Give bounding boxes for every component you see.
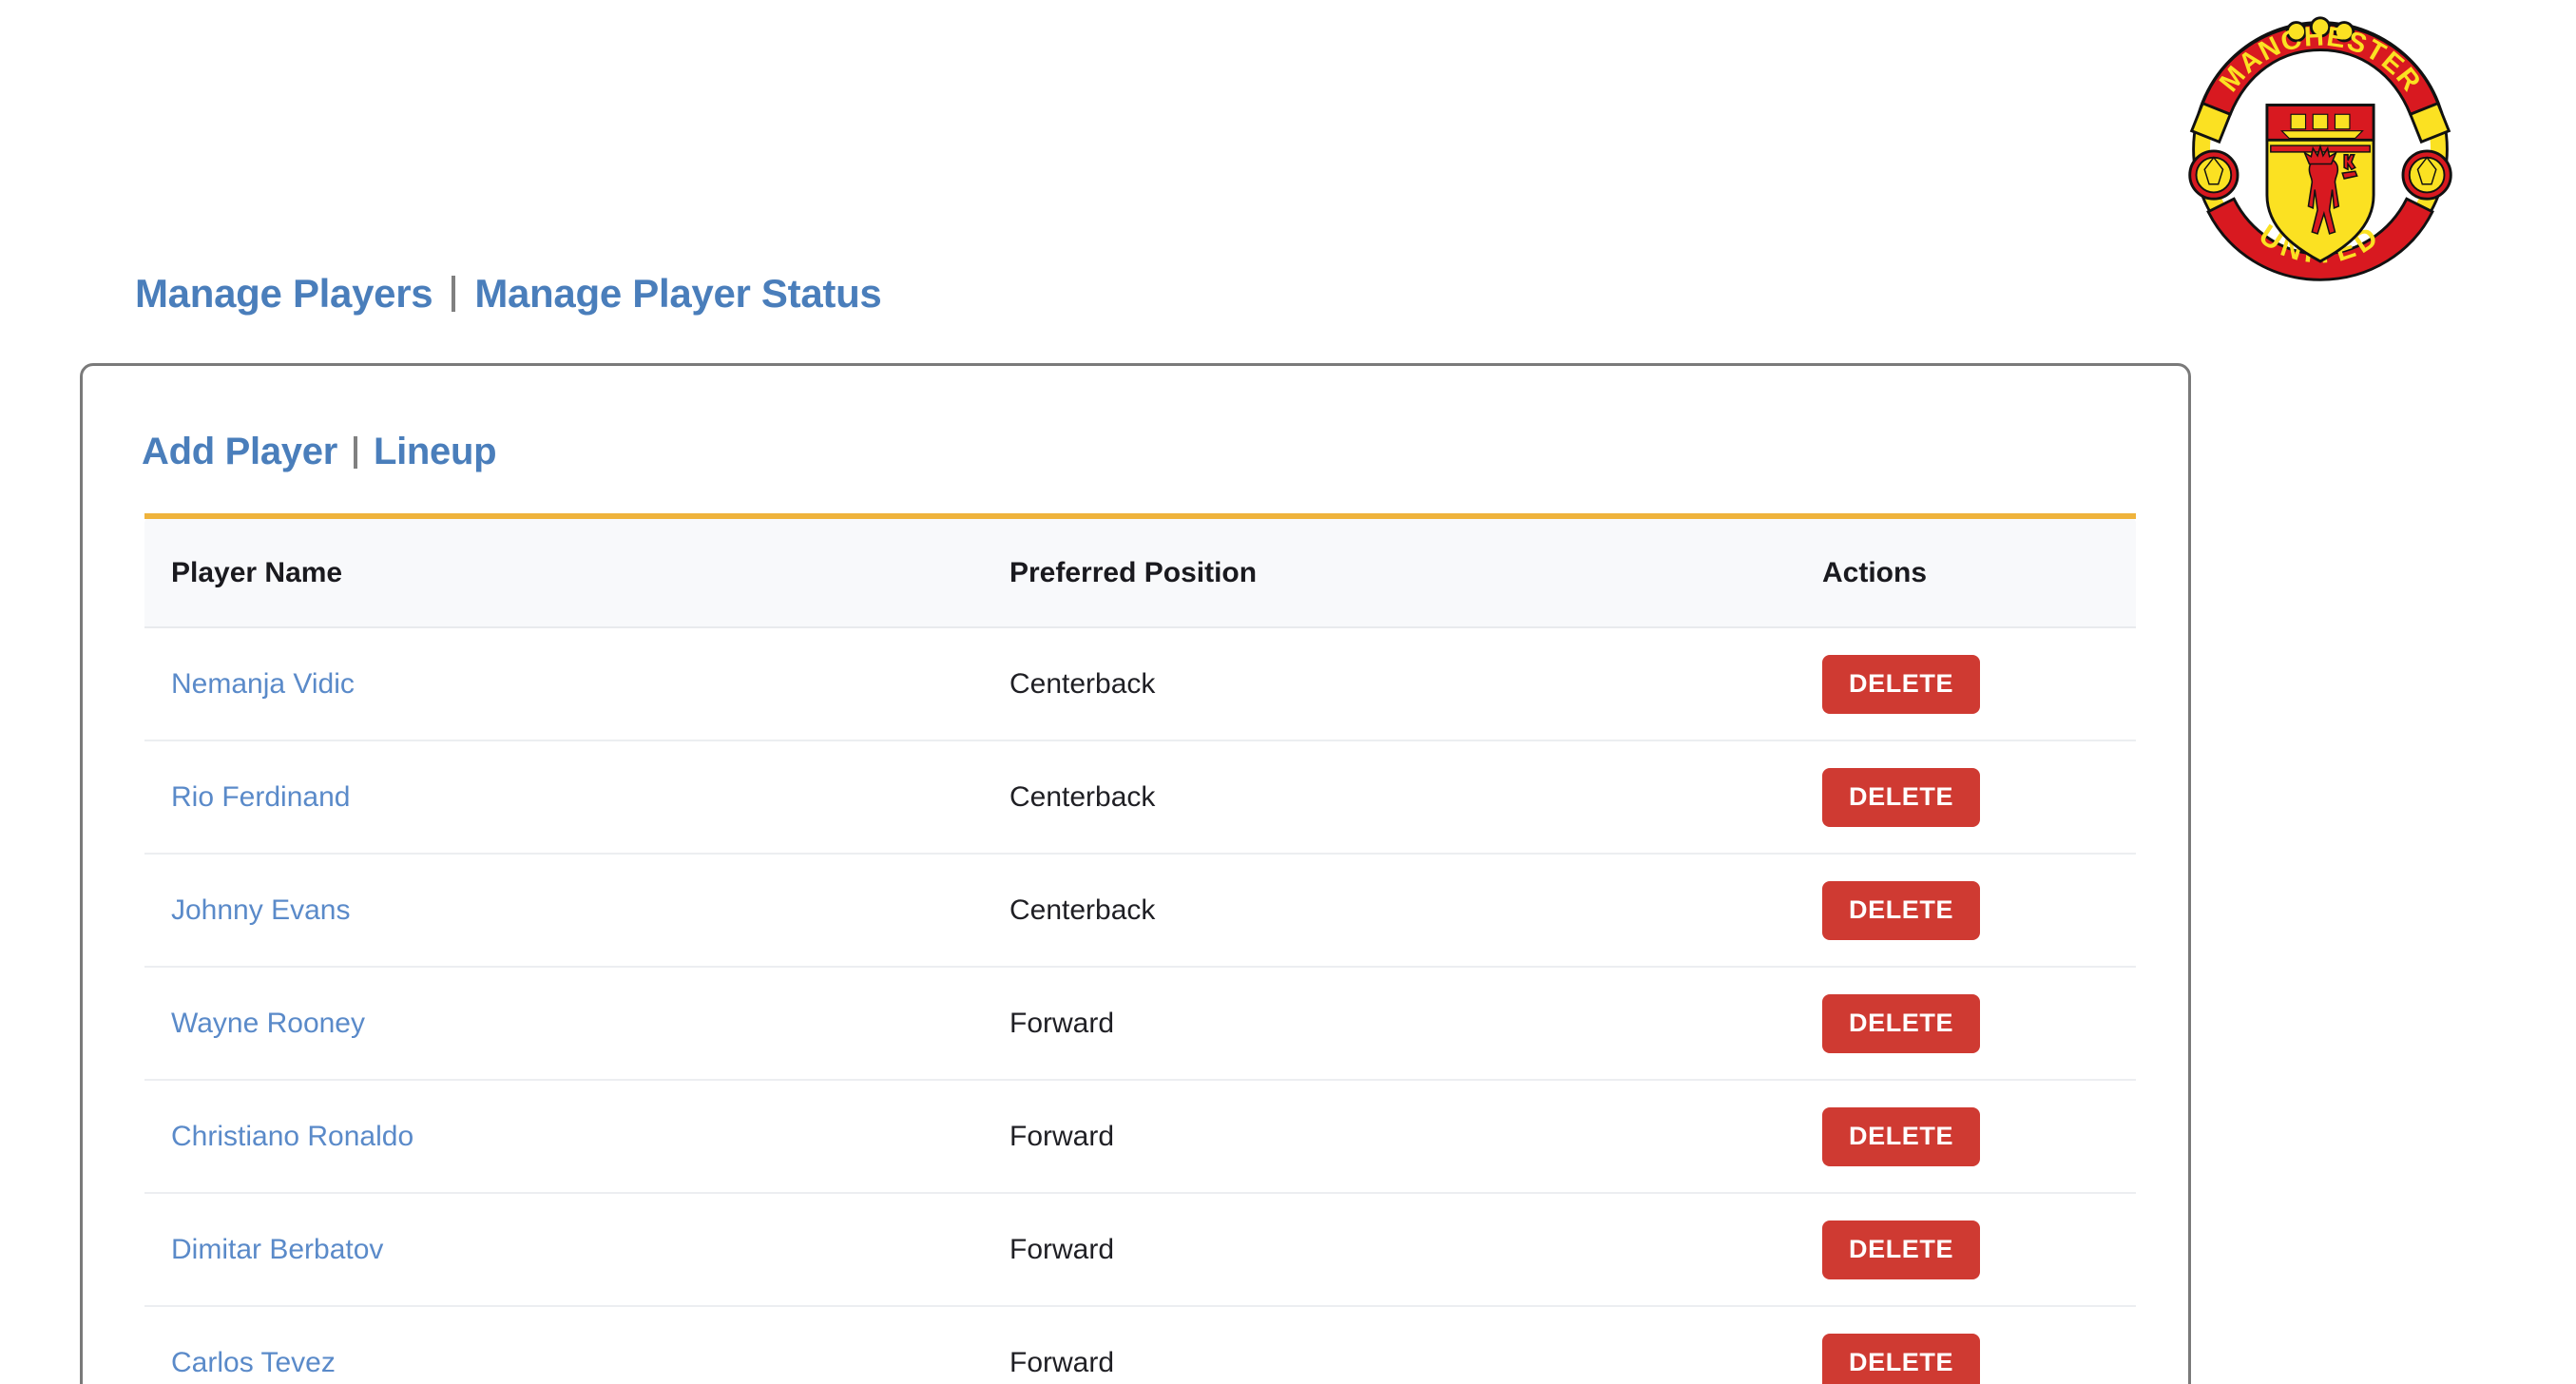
player-position-text: Forward (1009, 1007, 1115, 1039)
player-position-text: Forward (1009, 1120, 1115, 1152)
nav-link-manage-player-status[interactable]: Manage Player Status (474, 271, 881, 317)
app-page: MANCHESTER UNITED (0, 0, 2576, 1384)
player-position-text: Centerback (1009, 894, 1156, 926)
table-row: Rio Ferdinand Centerback DELETE (144, 740, 2136, 855)
player-name-link[interactable]: Wayne Rooney (171, 1008, 365, 1039)
table-row: Wayne Rooney Forward DELETE (144, 967, 2136, 1081)
players-table-head: Player Name Preferred Position Actions (144, 513, 2136, 628)
player-actions-cell: DELETE (1822, 627, 2136, 741)
player-name-cell: Christiano Ronaldo (144, 1080, 1009, 1194)
nav-separator (452, 276, 456, 312)
manchester-united-crest-icon: MANCHESTER UNITED (2182, 11, 2458, 287)
player-name-link[interactable]: Rio Ferdinand (171, 781, 350, 813)
delete-player-button[interactable]: DELETE (1822, 993, 1981, 1053)
delete-player-button[interactable]: DELETE (1822, 880, 1981, 940)
players-table-body: Nemanja Vidic Centerback DELETE Rio Ferdina… (144, 627, 2136, 1384)
column-header-player-name: Player Name (144, 513, 1009, 628)
delete-player-button[interactable]: DELETE (1822, 767, 1981, 827)
table-row: Dimitar Berbatov Forward DELETE (144, 1193, 2136, 1307)
player-position-cell: Centerback (1009, 740, 1822, 855)
player-name-link[interactable]: Christiano Ronaldo (171, 1121, 413, 1152)
player-actions-cell: DELETE (1822, 1080, 2136, 1194)
column-header-preferred-position: Preferred Position (1009, 513, 1822, 628)
player-position-text: Centerback (1009, 780, 1156, 813)
card-nav: Add Player Lineup (142, 431, 497, 473)
player-actions-cell: DELETE (1822, 854, 2136, 968)
table-row: Johnny Evans Centerback DELETE (144, 854, 2136, 968)
column-header-actions: Actions (1822, 513, 2136, 628)
nav-link-manage-players[interactable]: Manage Players (135, 271, 433, 317)
player-name-link[interactable]: Carlos Tevez (171, 1347, 336, 1378)
delete-player-button[interactable]: DELETE (1822, 1220, 1981, 1279)
players-table-wrapper: Player Name Preferred Position Actions N… (144, 513, 2136, 1384)
player-position-cell: Forward (1009, 1306, 1822, 1384)
player-name-link[interactable]: Johnny Evans (171, 894, 350, 926)
table-row: Nemanja Vidic Centerback DELETE (144, 627, 2136, 741)
delete-player-button[interactable]: DELETE (1822, 1333, 1981, 1384)
player-name-cell: Dimitar Berbatov (144, 1193, 1009, 1307)
player-name-cell: Wayne Rooney (144, 967, 1009, 1081)
delete-player-button[interactable]: DELETE (1822, 1106, 1981, 1166)
player-position-cell: Forward (1009, 1080, 1822, 1194)
players-card: Add Player Lineup Player Name Preferred … (80, 363, 2191, 1384)
player-position-cell: Forward (1009, 967, 1822, 1081)
player-position-text: Forward (1009, 1233, 1115, 1265)
player-position-text: Forward (1009, 1346, 1115, 1378)
player-position-text: Centerback (1009, 667, 1156, 700)
table-row: Carlos Tevez Forward DELETE (144, 1306, 2136, 1384)
player-name-link[interactable]: Dimitar Berbatov (171, 1234, 383, 1265)
delete-player-button[interactable]: DELETE (1822, 654, 1981, 714)
players-table: Player Name Preferred Position Actions N… (144, 513, 2136, 1384)
player-name-cell: Johnny Evans (144, 854, 1009, 968)
player-name-cell: Nemanja Vidic (144, 627, 1009, 741)
player-position-cell: Forward (1009, 1193, 1822, 1307)
player-position-cell: Centerback (1009, 627, 1822, 741)
player-name-cell: Rio Ferdinand (144, 740, 1009, 855)
primary-nav: Manage Players Manage Player Status (135, 271, 882, 317)
card-nav-separator (353, 435, 357, 469)
player-actions-cell: DELETE (1822, 740, 2136, 855)
nav-link-add-player[interactable]: Add Player (142, 431, 337, 473)
player-actions-cell: DELETE (1822, 1193, 2136, 1307)
player-name-cell: Carlos Tevez (144, 1306, 1009, 1384)
nav-link-lineup[interactable]: Lineup (374, 431, 497, 473)
player-position-cell: Centerback (1009, 854, 1822, 968)
player-actions-cell: DELETE (1822, 967, 2136, 1081)
table-row: Christiano Ronaldo Forward DELETE (144, 1080, 2136, 1194)
players-table-header-row: Player Name Preferred Position Actions (144, 513, 2136, 628)
player-actions-cell: DELETE (1822, 1306, 2136, 1384)
player-name-link[interactable]: Nemanja Vidic (171, 668, 355, 700)
